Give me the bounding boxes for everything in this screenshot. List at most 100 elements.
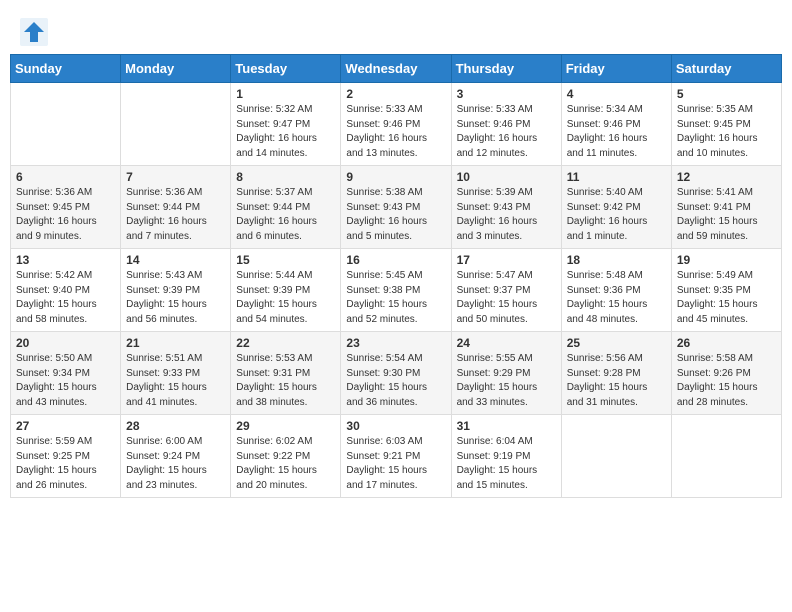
day-number: 22 bbox=[236, 336, 335, 350]
calendar-day-cell: 31 Sunrise: 6:04 AMSunset: 9:19 PMDaylig… bbox=[451, 415, 561, 498]
day-number: 3 bbox=[457, 87, 556, 101]
day-number: 8 bbox=[236, 170, 335, 184]
calendar-day-cell: 30 Sunrise: 6:03 AMSunset: 9:21 PMDaylig… bbox=[341, 415, 451, 498]
day-number: 29 bbox=[236, 419, 335, 433]
calendar-day-cell: 25 Sunrise: 5:56 AMSunset: 9:28 PMDaylig… bbox=[561, 332, 671, 415]
day-info: Sunrise: 5:40 AMSunset: 9:42 PMDaylight:… bbox=[567, 187, 648, 242]
calendar-day-cell: 10 Sunrise: 5:39 AMSunset: 9:43 PMDaylig… bbox=[451, 166, 561, 249]
day-info: Sunrise: 5:48 AMSunset: 9:36 PMDaylight:… bbox=[567, 270, 648, 325]
calendar-header-row: SundayMondayTuesdayWednesdayThursdayFrid… bbox=[11, 55, 782, 83]
day-number: 21 bbox=[126, 336, 225, 350]
calendar-week-row: 27 Sunrise: 5:59 AMSunset: 9:25 PMDaylig… bbox=[11, 415, 782, 498]
day-info: Sunrise: 5:53 AMSunset: 9:31 PMDaylight:… bbox=[236, 353, 317, 408]
day-info: Sunrise: 5:32 AMSunset: 9:47 PMDaylight:… bbox=[236, 104, 317, 159]
day-number: 27 bbox=[16, 419, 115, 433]
calendar-day-cell: 17 Sunrise: 5:47 AMSunset: 9:37 PMDaylig… bbox=[451, 249, 561, 332]
calendar-day-cell: 20 Sunrise: 5:50 AMSunset: 9:34 PMDaylig… bbox=[11, 332, 121, 415]
day-number: 1 bbox=[236, 87, 335, 101]
calendar-day-cell: 26 Sunrise: 5:58 AMSunset: 9:26 PMDaylig… bbox=[671, 332, 781, 415]
day-of-week-header: Tuesday bbox=[231, 55, 341, 83]
day-of-week-header: Monday bbox=[121, 55, 231, 83]
day-info: Sunrise: 5:34 AMSunset: 9:46 PMDaylight:… bbox=[567, 104, 648, 159]
day-of-week-header: Thursday bbox=[451, 55, 561, 83]
calendar-week-row: 13 Sunrise: 5:42 AMSunset: 9:40 PMDaylig… bbox=[11, 249, 782, 332]
day-of-week-header: Friday bbox=[561, 55, 671, 83]
calendar-day-cell: 11 Sunrise: 5:40 AMSunset: 9:42 PMDaylig… bbox=[561, 166, 671, 249]
calendar-day-cell: 2 Sunrise: 5:33 AMSunset: 9:46 PMDayligh… bbox=[341, 83, 451, 166]
day-info: Sunrise: 5:35 AMSunset: 9:45 PMDaylight:… bbox=[677, 104, 758, 159]
calendar-day-cell: 13 Sunrise: 5:42 AMSunset: 9:40 PMDaylig… bbox=[11, 249, 121, 332]
calendar-day-cell: 12 Sunrise: 5:41 AMSunset: 9:41 PMDaylig… bbox=[671, 166, 781, 249]
day-number: 4 bbox=[567, 87, 666, 101]
calendar-day-cell: 5 Sunrise: 5:35 AMSunset: 9:45 PMDayligh… bbox=[671, 83, 781, 166]
day-number: 19 bbox=[677, 253, 776, 267]
calendar-week-row: 6 Sunrise: 5:36 AMSunset: 9:45 PMDayligh… bbox=[11, 166, 782, 249]
day-info: Sunrise: 5:39 AMSunset: 9:43 PMDaylight:… bbox=[457, 187, 538, 242]
calendar-day-cell: 18 Sunrise: 5:48 AMSunset: 9:36 PMDaylig… bbox=[561, 249, 671, 332]
day-info: Sunrise: 5:41 AMSunset: 9:41 PMDaylight:… bbox=[677, 187, 758, 242]
calendar-day-cell: 21 Sunrise: 5:51 AMSunset: 9:33 PMDaylig… bbox=[121, 332, 231, 415]
day-number: 24 bbox=[457, 336, 556, 350]
calendar-body: 1 Sunrise: 5:32 AMSunset: 9:47 PMDayligh… bbox=[11, 83, 782, 498]
day-info: Sunrise: 5:38 AMSunset: 9:43 PMDaylight:… bbox=[346, 187, 427, 242]
day-info: Sunrise: 5:45 AMSunset: 9:38 PMDaylight:… bbox=[346, 270, 427, 325]
day-number: 25 bbox=[567, 336, 666, 350]
day-number: 17 bbox=[457, 253, 556, 267]
day-number: 9 bbox=[346, 170, 445, 184]
calendar-day-cell bbox=[561, 415, 671, 498]
calendar-day-cell: 23 Sunrise: 5:54 AMSunset: 9:30 PMDaylig… bbox=[341, 332, 451, 415]
calendar-day-cell bbox=[11, 83, 121, 166]
day-info: Sunrise: 5:33 AMSunset: 9:46 PMDaylight:… bbox=[346, 104, 427, 159]
day-info: Sunrise: 5:51 AMSunset: 9:33 PMDaylight:… bbox=[126, 353, 207, 408]
calendar-day-cell: 27 Sunrise: 5:59 AMSunset: 9:25 PMDaylig… bbox=[11, 415, 121, 498]
calendar-day-cell: 22 Sunrise: 5:53 AMSunset: 9:31 PMDaylig… bbox=[231, 332, 341, 415]
day-number: 15 bbox=[236, 253, 335, 267]
calendar-day-cell: 28 Sunrise: 6:00 AMSunset: 9:24 PMDaylig… bbox=[121, 415, 231, 498]
day-number: 2 bbox=[346, 87, 445, 101]
day-number: 6 bbox=[16, 170, 115, 184]
day-number: 23 bbox=[346, 336, 445, 350]
day-info: Sunrise: 6:02 AMSunset: 9:22 PMDaylight:… bbox=[236, 436, 317, 491]
calendar-day-cell: 15 Sunrise: 5:44 AMSunset: 9:39 PMDaylig… bbox=[231, 249, 341, 332]
calendar-day-cell bbox=[671, 415, 781, 498]
day-number: 7 bbox=[126, 170, 225, 184]
day-number: 14 bbox=[126, 253, 225, 267]
day-number: 11 bbox=[567, 170, 666, 184]
page-header bbox=[10, 10, 782, 54]
day-number: 16 bbox=[346, 253, 445, 267]
day-number: 20 bbox=[16, 336, 115, 350]
day-info: Sunrise: 5:36 AMSunset: 9:45 PMDaylight:… bbox=[16, 187, 97, 242]
day-info: Sunrise: 5:55 AMSunset: 9:29 PMDaylight:… bbox=[457, 353, 538, 408]
day-number: 31 bbox=[457, 419, 556, 433]
calendar-table: SundayMondayTuesdayWednesdayThursdayFrid… bbox=[10, 54, 782, 498]
day-of-week-header: Saturday bbox=[671, 55, 781, 83]
day-info: Sunrise: 5:44 AMSunset: 9:39 PMDaylight:… bbox=[236, 270, 317, 325]
logo bbox=[20, 18, 52, 46]
calendar-day-cell bbox=[121, 83, 231, 166]
day-info: Sunrise: 5:37 AMSunset: 9:44 PMDaylight:… bbox=[236, 187, 317, 242]
day-info: Sunrise: 6:03 AMSunset: 9:21 PMDaylight:… bbox=[346, 436, 427, 491]
calendar-day-cell: 14 Sunrise: 5:43 AMSunset: 9:39 PMDaylig… bbox=[121, 249, 231, 332]
day-info: Sunrise: 5:47 AMSunset: 9:37 PMDaylight:… bbox=[457, 270, 538, 325]
day-number: 30 bbox=[346, 419, 445, 433]
day-number: 18 bbox=[567, 253, 666, 267]
calendar-day-cell: 1 Sunrise: 5:32 AMSunset: 9:47 PMDayligh… bbox=[231, 83, 341, 166]
day-info: Sunrise: 6:00 AMSunset: 9:24 PMDaylight:… bbox=[126, 436, 207, 491]
calendar-day-cell: 9 Sunrise: 5:38 AMSunset: 9:43 PMDayligh… bbox=[341, 166, 451, 249]
calendar-day-cell: 8 Sunrise: 5:37 AMSunset: 9:44 PMDayligh… bbox=[231, 166, 341, 249]
day-info: Sunrise: 5:36 AMSunset: 9:44 PMDaylight:… bbox=[126, 187, 207, 242]
calendar-day-cell: 6 Sunrise: 5:36 AMSunset: 9:45 PMDayligh… bbox=[11, 166, 121, 249]
calendar-day-cell: 16 Sunrise: 5:45 AMSunset: 9:38 PMDaylig… bbox=[341, 249, 451, 332]
day-number: 10 bbox=[457, 170, 556, 184]
day-number: 28 bbox=[126, 419, 225, 433]
day-number: 26 bbox=[677, 336, 776, 350]
day-info: Sunrise: 5:59 AMSunset: 9:25 PMDaylight:… bbox=[16, 436, 97, 491]
calendar-week-row: 20 Sunrise: 5:50 AMSunset: 9:34 PMDaylig… bbox=[11, 332, 782, 415]
calendar-day-cell: 29 Sunrise: 6:02 AMSunset: 9:22 PMDaylig… bbox=[231, 415, 341, 498]
calendar-week-row: 1 Sunrise: 5:32 AMSunset: 9:47 PMDayligh… bbox=[11, 83, 782, 166]
calendar-day-cell: 3 Sunrise: 5:33 AMSunset: 9:46 PMDayligh… bbox=[451, 83, 561, 166]
day-number: 12 bbox=[677, 170, 776, 184]
day-info: Sunrise: 5:33 AMSunset: 9:46 PMDaylight:… bbox=[457, 104, 538, 159]
calendar-day-cell: 24 Sunrise: 5:55 AMSunset: 9:29 PMDaylig… bbox=[451, 332, 561, 415]
calendar-day-cell: 19 Sunrise: 5:49 AMSunset: 9:35 PMDaylig… bbox=[671, 249, 781, 332]
